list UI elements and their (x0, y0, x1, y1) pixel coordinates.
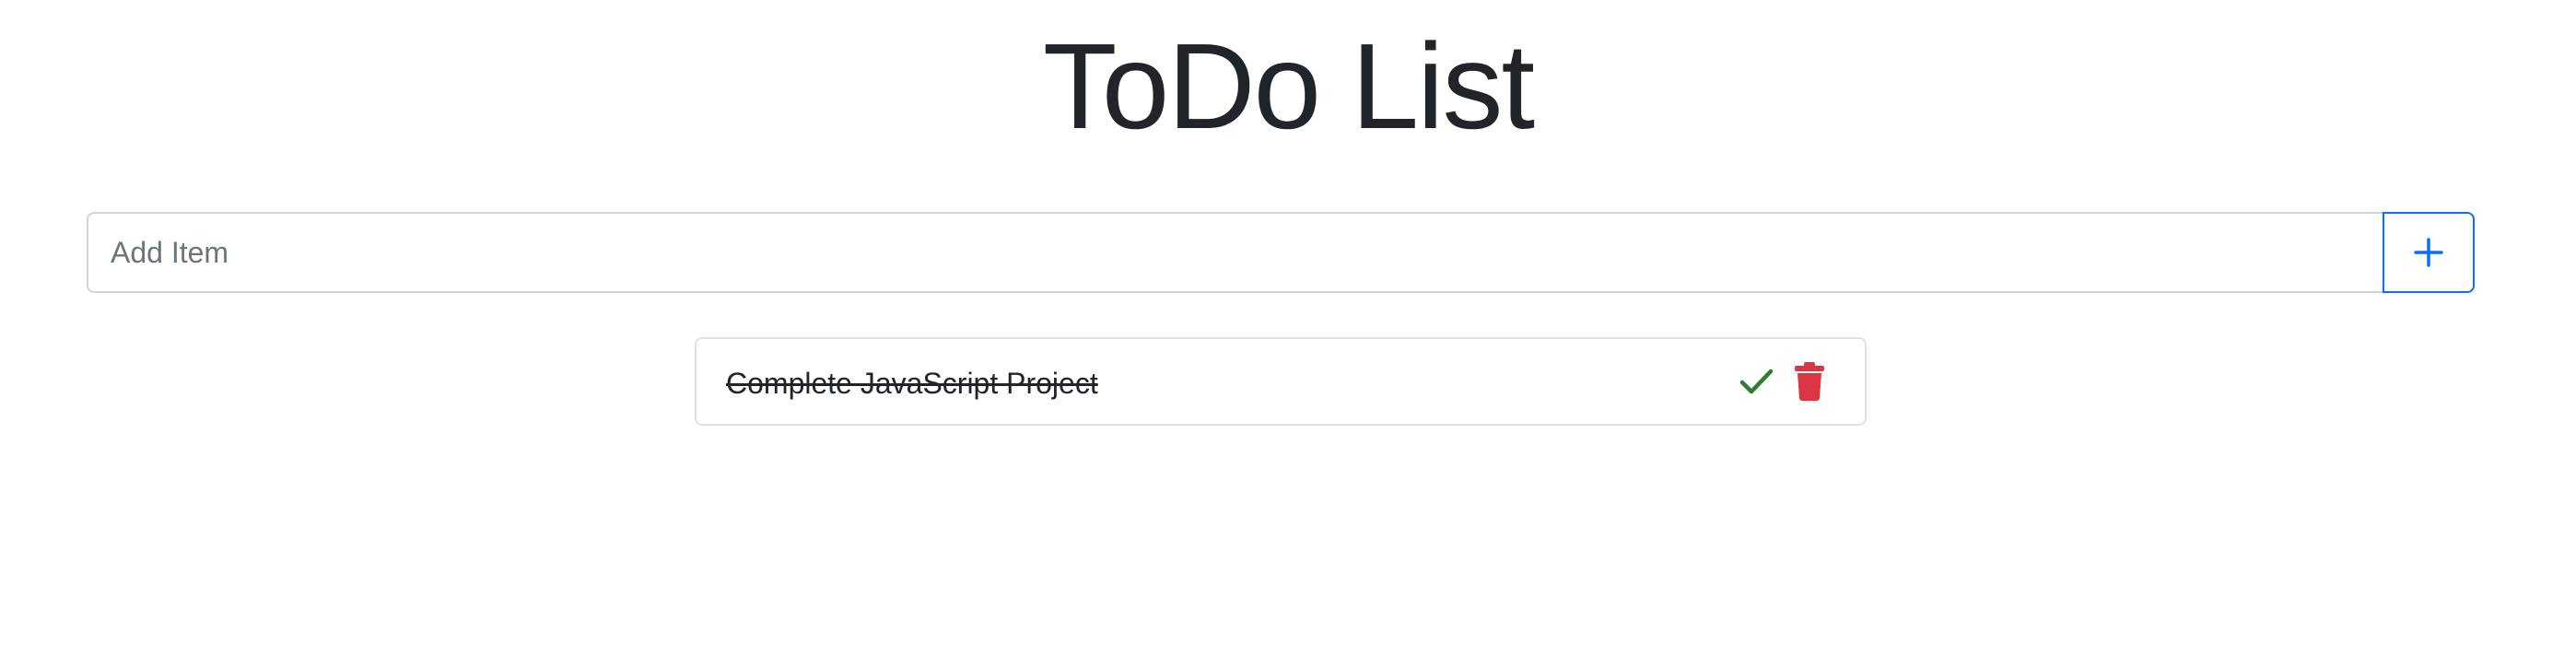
todo-item-text: Complete JavaScript Project (726, 366, 1098, 400)
page-title: ToDo List (1042, 18, 1535, 154)
todo-item: Complete JavaScript Project (695, 337, 1867, 426)
todo-item-actions (1738, 361, 1826, 402)
trash-icon[interactable] (1793, 361, 1826, 402)
todo-app: ToDo List Complete JavaScript Project (0, 0, 2576, 656)
add-item-form (87, 212, 2475, 293)
plus-icon (2410, 234, 2447, 271)
check-icon[interactable] (1738, 363, 1774, 400)
add-item-button[interactable] (2383, 212, 2475, 293)
todo-list: Complete JavaScript Project (695, 337, 1867, 426)
add-item-input[interactable] (87, 212, 2383, 293)
